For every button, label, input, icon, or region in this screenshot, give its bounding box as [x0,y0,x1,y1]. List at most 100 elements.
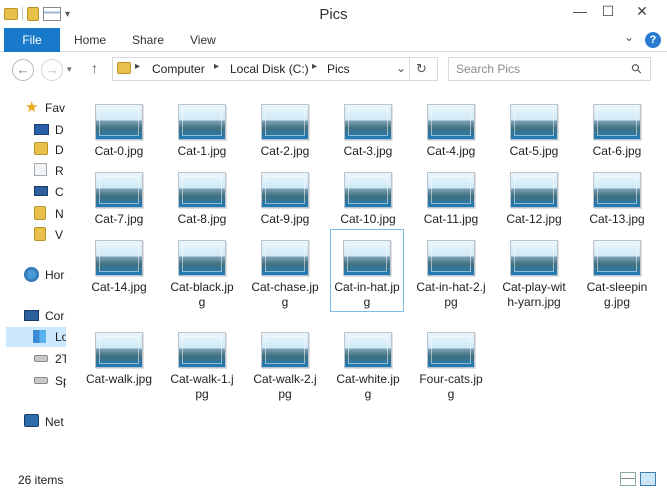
file-item[interactable]: Cat-sleeping.jpg [580,230,654,310]
minimize-button[interactable]: — [566,0,594,24]
file-item[interactable]: Cat-14.jpg [82,230,156,295]
up-button[interactable]: ↑ [91,60,98,76]
nav-item-downloads[interactable]: D [0,140,66,160]
nav-item-computer[interactable]: C [0,182,66,202]
file-name: Cat-2.jpg [260,144,310,158]
image-thumbnail-icon [261,240,309,276]
file-item[interactable]: Cat-white.jpg [331,322,405,402]
file-name: Cat-11.jpg [423,212,479,226]
image-thumbnail-icon [427,240,475,276]
file-item[interactable]: Cat-13.jpg [580,162,654,227]
file-name: Cat-8.jpg [177,212,227,226]
maximize-button[interactable]: ☐ [594,0,622,24]
file-item[interactable]: Cat-8.jpg [165,162,239,227]
nav-item-drive-2t[interactable]: 2T [0,349,66,369]
file-item[interactable]: Cat-3.jpg [331,94,405,159]
nav-item-computer-root[interactable]: Cor [0,306,66,326]
title-bar: ▾ Pics — ☐ ✕ [0,0,667,28]
back-button[interactable]: ← [12,59,34,81]
file-item[interactable]: Cat-chase.jpg [248,230,322,310]
image-thumbnail-icon [178,332,226,368]
tab-view[interactable]: View [190,28,216,52]
file-item[interactable]: Cat-11.jpg [414,162,488,227]
image-thumbnail-icon [510,104,558,140]
image-thumbnail-icon [427,332,475,368]
help-icon[interactable]: ? [645,32,661,48]
file-item[interactable]: Cat-9.jpg [248,162,322,227]
file-list: Cat-0.jpg Cat-1.jpg Cat-2.jpg Cat-3.jpg Cat-… [82,94,652,464]
file-item[interactable]: Cat-play-with-yarn.jpg [497,230,571,310]
file-item[interactable]: Cat-in-hat-2.jpg [414,230,488,310]
file-name: Cat-white.jpg [336,372,400,401]
file-name: Cat-black.jpg [170,280,234,309]
file-item[interactable]: Cat-in-hat.jpg [330,229,404,312]
desktop-icon [34,124,49,135]
file-item[interactable]: Cat-12.jpg [497,162,571,227]
folder-icon [34,206,46,220]
file-item[interactable]: Cat-walk-2.jpg [248,322,322,402]
image-thumbnail-icon [344,172,392,208]
nav-item-favorites[interactable]: ★ Fav [0,98,66,118]
breadcrumb-local-disk[interactable]: Local Disk (C:) [230,62,309,76]
file-item[interactable]: Cat-0.jpg [82,94,156,159]
nav-item-drive-sp[interactable]: Sp [0,371,66,391]
breadcrumb-separator[interactable]: ▸ [312,61,317,72]
file-name: Cat-7.jpg [94,212,144,226]
image-thumbnail-icon [510,172,558,208]
computer-icon [24,310,39,321]
image-thumbnail-icon [261,104,309,140]
file-name: Four-cats.jpg [419,372,483,401]
file-item[interactable]: Cat-4.jpg [414,94,488,159]
file-item[interactable]: Cat-walk-1.jpg [165,322,239,402]
tab-home[interactable]: Home [74,28,106,52]
file-item[interactable]: Four-cats.jpg [414,322,488,402]
recent-locations-icon[interactable]: ▾ [67,64,72,75]
forward-button[interactable]: → [41,59,63,81]
image-thumbnail-icon [95,332,143,368]
address-divider [409,58,410,80]
file-name: Cat-13.jpg [589,212,645,226]
address-dropdown-icon[interactable]: ⌄ [396,61,406,75]
file-item[interactable]: Cat-1.jpg [165,94,239,159]
file-item[interactable]: Cat-black.jpg [165,230,239,310]
expand-ribbon-icon[interactable]: ⌄ [624,30,634,44]
file-name: Cat-chase.jpg [251,280,319,309]
file-item[interactable]: Cat-10.jpg [331,162,405,227]
status-bar: 26 items [0,466,667,494]
file-item[interactable]: Cat-5.jpg [497,94,571,159]
ribbon: File Home Share View ⌄ ? [0,28,667,52]
nav-item-folder-n[interactable]: N [0,204,66,224]
image-thumbnail-icon [261,172,309,208]
breadcrumb-pics[interactable]: Pics [327,62,350,76]
nav-item-folder-v[interactable]: V [0,225,66,245]
breadcrumb-computer[interactable]: Computer [152,62,205,76]
local-disk-icon [33,330,46,343]
file-item[interactable]: Cat-6.jpg [580,94,654,159]
search-box[interactable]: Search Pics ⚲ [448,57,651,81]
breadcrumb-separator[interactable]: ▸ [135,61,140,72]
tab-share[interactable]: Share [132,28,164,52]
file-item[interactable]: Cat-7.jpg [82,162,156,227]
file-name: Cat-in-hat-2.jpg [416,280,486,309]
drive-icon [34,355,48,362]
search-icon[interactable]: ⚲ [628,60,646,78]
refresh-icon[interactable]: ↻ [416,61,427,77]
search-input[interactable]: Search Pics [456,62,520,76]
file-name: Cat-in-hat.jpg [334,280,400,309]
details-view-icon[interactable] [620,472,636,486]
nav-item-network[interactable]: Net [0,412,66,432]
downloads-icon [34,142,48,155]
image-thumbnail-icon [95,240,143,276]
tab-file[interactable]: File [4,28,60,52]
navigation-pane: ★ Fav D D R C N V Hor Cor Lo 2T S Net [0,90,66,465]
breadcrumb-separator[interactable]: ▸ [214,61,219,72]
file-item[interactable]: Cat-walk.jpg [82,322,156,387]
large-icons-view-icon[interactable] [640,472,656,486]
nav-item-homegroup[interactable]: Hor [0,265,66,285]
nav-item-local-disk[interactable]: Lo [6,327,66,347]
close-button[interactable]: ✕ [622,0,662,24]
nav-item-desktop[interactable]: D [0,120,66,140]
nav-item-recent-places[interactable]: R [0,161,66,181]
file-item[interactable]: Cat-2.jpg [248,94,322,159]
address-bar[interactable]: ▸ Computer ▸ Local Disk (C:) ▸ Pics ⌄ ↻ [112,57,438,81]
